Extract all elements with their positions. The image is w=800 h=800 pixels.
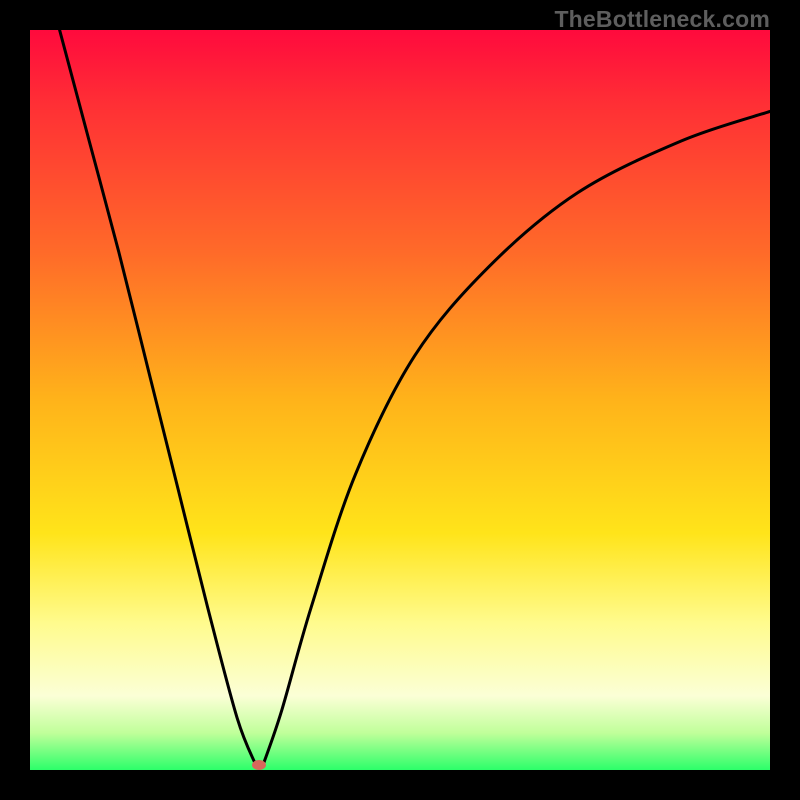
curve-right-branch: [263, 111, 770, 764]
curve-left-branch: [60, 30, 256, 765]
watermark-text: TheBottleneck.com: [554, 6, 770, 33]
bottleneck-curve: [30, 30, 770, 770]
chart-container: TheBottleneck.com: [0, 0, 800, 800]
plot-area: [30, 30, 770, 770]
